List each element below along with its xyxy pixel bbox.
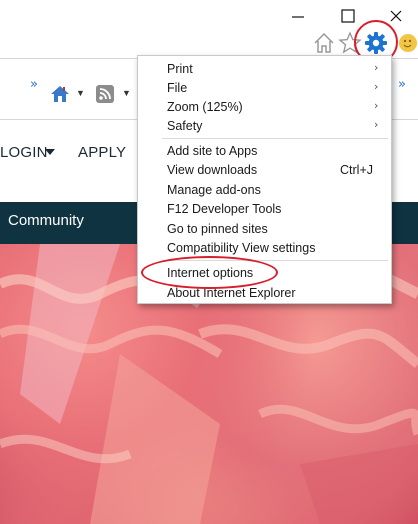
menu-item-manage-add-ons[interactable]: Manage add-ons — [167, 183, 261, 197]
submenu-arrow-icon: › — [374, 99, 379, 112]
internet-options-highlight-circle — [141, 256, 278, 289]
menu-shortcut: Ctrl+J — [340, 163, 373, 177]
menu-item-go-to-pinned-sites[interactable]: Go to pinned sites — [167, 222, 268, 236]
chevron-down-icon[interactable]: ▼ — [76, 88, 85, 98]
menu-item-print[interactable]: Print — [167, 62, 193, 76]
menu-item-compatibility-view-settings[interactable]: Compatibility View settings — [167, 241, 315, 255]
caret-down-icon[interactable] — [45, 149, 55, 155]
close-icon[interactable] — [386, 6, 406, 26]
menu-item-add-site-to-apps[interactable]: Add site to Apps — [167, 144, 257, 158]
menu-item-view-downloads[interactable]: View downloads — [167, 163, 257, 177]
menu-separator — [162, 138, 388, 139]
submenu-arrow-icon: › — [374, 61, 379, 74]
minimize-icon[interactable] — [288, 6, 308, 26]
menu-overflow-chevron[interactable]: » — [398, 77, 406, 92]
menu-item-f12-developer-tools[interactable]: F12 Developer Tools — [167, 202, 281, 216]
maximize-icon[interactable] — [338, 6, 358, 26]
menu-item-file[interactable]: File — [167, 81, 187, 95]
toolbar-overflow-chevron[interactable]: » — [30, 77, 38, 92]
menu-item-safety[interactable]: Safety — [167, 119, 202, 133]
community-link[interactable]: Community — [8, 212, 84, 229]
apply-link[interactable]: APPLY — [78, 144, 126, 161]
home-icon[interactable] — [50, 84, 70, 104]
chevron-down-icon[interactable]: ▼ — [122, 88, 131, 98]
rss-icon[interactable] — [95, 84, 115, 104]
submenu-arrow-icon: › — [374, 80, 379, 93]
submenu-arrow-icon: › — [374, 118, 379, 131]
login-link[interactable]: LOGIN — [0, 144, 48, 161]
home-icon[interactable] — [312, 30, 336, 56]
menu-item-zoom-125[interactable]: Zoom (125%) — [167, 100, 243, 114]
